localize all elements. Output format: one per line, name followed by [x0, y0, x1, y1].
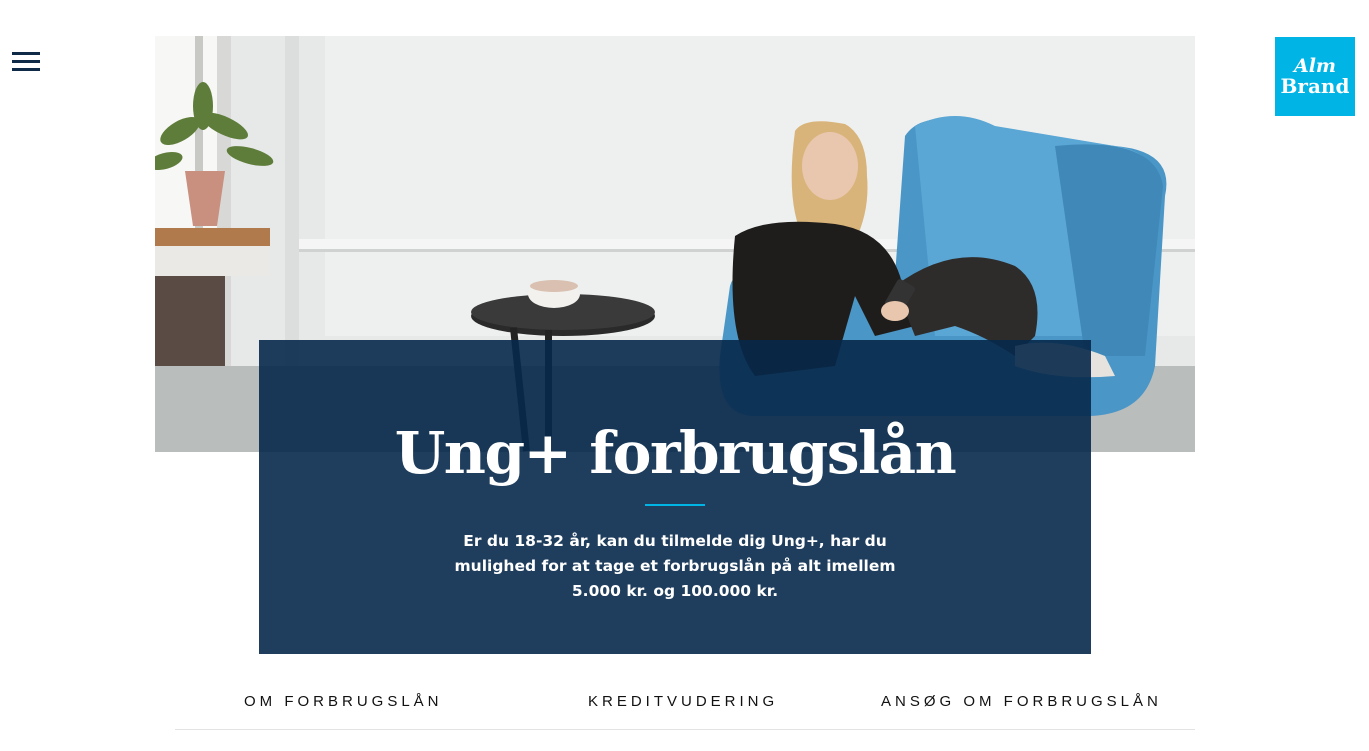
nav-ansog-om-forbrugslan[interactable]: ANSØG OM FORBRUGSLÅN: [881, 693, 1162, 710]
nav-om-forbrugslan[interactable]: OM FORBRUGSLÅN: [244, 693, 443, 710]
menu-button[interactable]: [12, 52, 40, 74]
hero-card: Ung+ forbrugslån Er du 18-32 år, kan du …: [259, 340, 1091, 654]
section-nav: OM FORBRUGSLÅN KREDITVUDERING ANSØG OM F…: [175, 685, 1195, 730]
page-title: Ung+ forbrugslån: [394, 419, 957, 487]
nav-kreditvudering[interactable]: KREDITVUDERING: [588, 693, 778, 710]
hero-description: Er du 18-32 år, kan du tilmelde dig Ung+…: [454, 532, 896, 600]
logo-line-1: Alm: [1293, 54, 1337, 77]
alm-brand-logo[interactable]: Alm Brand: [1275, 37, 1355, 116]
title-divider: [645, 504, 705, 506]
logo-line-2: Brand: [1280, 73, 1350, 98]
hamburger-menu-icon: [12, 52, 40, 55]
